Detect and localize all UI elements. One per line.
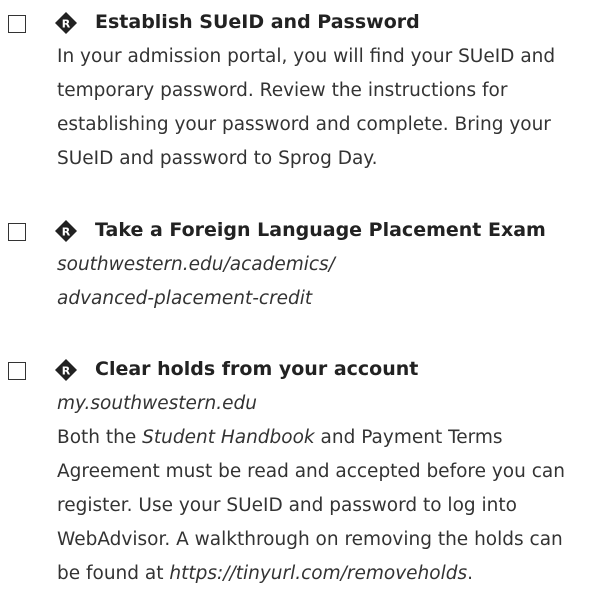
item-title: Establish SUeID and Password: [95, 11, 420, 33]
body-text: be found at https://tinyurl.com/removeho…: [57, 563, 473, 584]
svg-text:R: R: [62, 365, 71, 378]
body-text: temporary password. Review the instructi…: [57, 80, 508, 101]
checkbox[interactable]: [8, 362, 26, 380]
body-text: register. Use your SUeID and password to…: [57, 495, 517, 516]
body-text: WebAdvisor. A walkthrough on removing th…: [57, 529, 563, 550]
body-text-segment: Both the: [57, 427, 143, 448]
body-text-segment: be found at: [57, 563, 170, 584]
link-text[interactable]: my.southwestern.edu: [57, 393, 257, 414]
link-text[interactable]: southwestern.edu/academics/: [57, 254, 335, 275]
item-title: Clear holds from your account: [95, 358, 419, 380]
diamond-r-icon: R: [55, 12, 77, 34]
body-text: In your admission portal, you will find …: [57, 46, 556, 67]
diamond-r-icon: R: [55, 359, 77, 381]
item-title: Take a Foreign Language Placement Exam: [95, 219, 546, 241]
body-text: Both the Student Handbook and Payment Te…: [57, 427, 503, 448]
svg-text:R: R: [62, 18, 71, 31]
diamond-r-icon: R: [55, 220, 77, 242]
body-text-segment: .: [467, 563, 473, 584]
svg-text:R: R: [62, 226, 71, 239]
link-text[interactable]: advanced-placement-credit: [57, 288, 312, 309]
body-text-segment: and Payment Terms: [314, 427, 503, 448]
checkbox[interactable]: [8, 223, 26, 241]
body-text: establishing your password and complete.…: [57, 114, 551, 135]
body-text: Agreement must be read and accepted befo…: [57, 461, 565, 482]
holds-url-link[interactable]: https://tinyurl.com/removeholds: [169, 563, 467, 584]
checkbox[interactable]: [8, 15, 26, 33]
body-text: SUeID and password to Sprog Day.: [57, 148, 378, 169]
handbook-title: Student Handbook: [142, 427, 315, 448]
